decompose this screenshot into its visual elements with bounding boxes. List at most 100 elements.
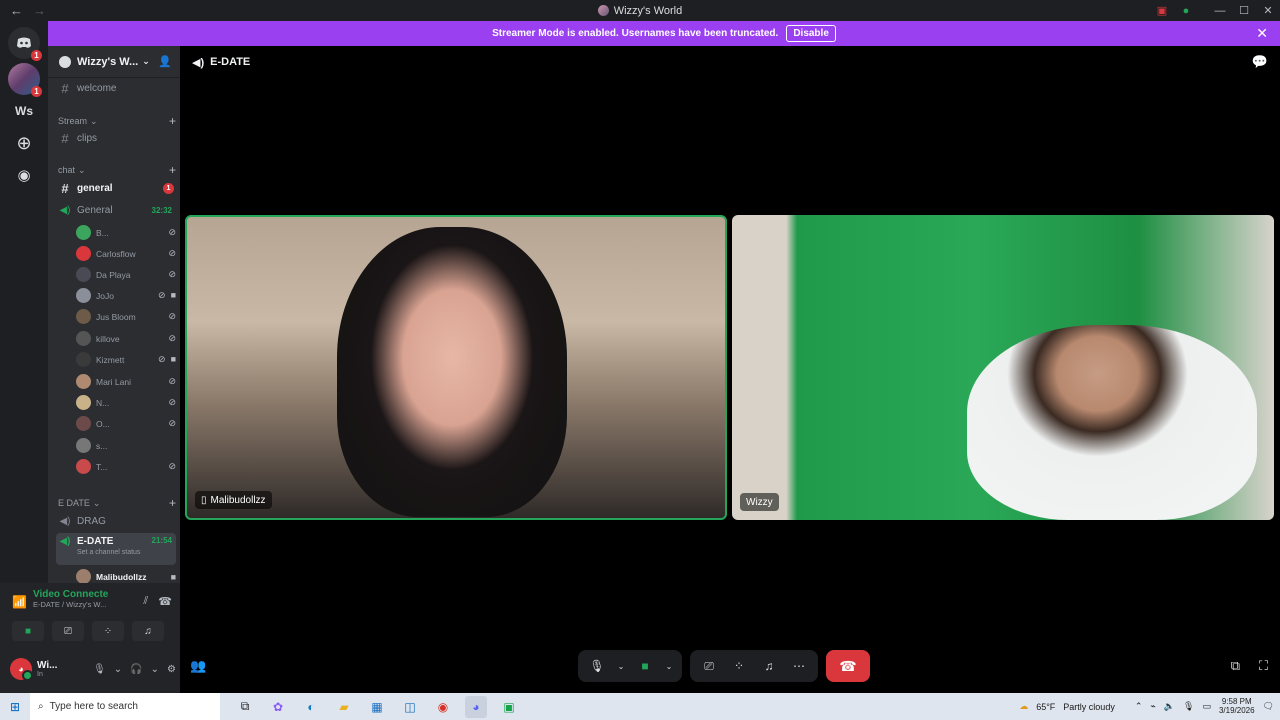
chevron-up-icon[interactable]: ⌃ [1135,701,1143,712]
disable-streamer-button[interactable]: Disable [786,25,836,42]
voice-user[interactable]: killove ⊘ [76,329,176,348]
weather-desc[interactable]: Partly cloudy [1063,702,1115,712]
add-server-icon[interactable]: ⊕ [8,127,40,159]
invite-people-icon[interactable]: 👤 [158,55,172,68]
soundboard-icon[interactable]: ♫ [756,653,782,679]
task-view-icon[interactable]: ⧉ [234,696,256,718]
discord-home-icon[interactable]: 1 [8,27,42,61]
speaker-icon: ◀) [59,536,71,547]
voice-user-name: s... [96,440,108,451]
discover-icon[interactable]: ◉ [8,159,40,191]
chevron-down-icon[interactable]: ⌄ [662,653,676,679]
voice-location[interactable]: E-DATE / Wizzy's W... [33,600,108,609]
minimize-button[interactable]: — [1208,0,1232,21]
windows-taskbar: ⊞ ⌕ Type here to search ⧉ ✿ ◐ ▰ ▦ ◫ ◉ ◕ … [0,693,1280,720]
windows-start-icon[interactable]: ⊞ [0,700,30,714]
voice-user[interactable]: s... [76,436,176,455]
channel-clips[interactable]: # clips [56,128,176,148]
close-window-button[interactable]: ✕ [1256,0,1280,21]
discord-taskbar-icon[interactable]: ◕ [465,695,487,718]
arrow-right-icon[interactable]: → [33,3,46,18]
more-icon[interactable]: ⋯ [786,653,812,679]
taskbar-search[interactable]: ⌕ Type here to search [30,693,220,720]
fullscreen-icon[interactable]: ⛶ [1259,658,1268,674]
mic-tray-icon[interactable]: 🎙 [1183,701,1194,712]
chevron-down-icon[interactable]: ⌄ [151,664,159,675]
microphone-icon[interactable]: 🎙 [584,653,610,679]
guild-header[interactable]: Wizzy's W... ⌄ 👤 [48,46,180,78]
chevron-down-icon[interactable]: ⌄ [614,653,628,679]
noise-suppression-icon[interactable]: ⫽ [143,595,148,608]
volume-icon[interactable]: 🔈 [1164,701,1175,712]
gear-icon[interactable]: ⚙ [167,664,176,675]
close-icon[interactable]: ✕ [1256,25,1268,42]
voice-actions: ■ ⎚ ⁘ ♫ [12,621,176,641]
camera-icon[interactable]: ■ [632,653,658,679]
category-stream[interactable]: Stream ⌄ + [58,114,176,128]
chrome-icon[interactable]: ◉ [432,696,454,718]
signal-icon[interactable]: 📶 [12,595,27,609]
voice-channel-edate[interactable]: ◀) E-DATE Set a channel status 21:54 [56,533,176,565]
category-edate[interactable]: E DATE ⌄ + [58,496,176,510]
add-channel-icon[interactable]: + [169,496,176,510]
add-people-icon[interactable]: 👥 [190,658,206,674]
voice-user[interactable]: N... ⊘ [76,393,176,412]
maximize-button[interactable]: ☐ [1232,0,1256,21]
deafened-icon: ⊘ [168,248,176,258]
add-channel-icon[interactable]: + [169,163,176,177]
network-icon[interactable]: ⌁ [1150,701,1155,712]
outlook-icon[interactable]: ◫ [399,696,421,718]
voice-user[interactable]: JoJo ⊘ ■ [76,286,176,305]
voice-user[interactable]: Jus Bloom ⊘ [76,307,176,326]
channel-general[interactable]: # general 1 [56,178,176,198]
voice-channel-general[interactable]: ◀) General 32:32 [56,200,176,220]
popout-icon[interactable]: ⧉ [1231,658,1240,674]
voice-user[interactable]: Carlosflow ⊘ [76,244,176,263]
server-ws[interactable]: Ws [8,95,40,127]
file-explorer-icon[interactable]: ▰ [333,696,355,718]
chevron-down-icon[interactable]: ⌄ [114,664,122,675]
disconnect-button[interactable]: ☎ [826,650,870,682]
inbox-icon[interactable]: ▣ [1150,0,1174,21]
clock[interactable]: 9:58 PM 3/19/2026 [1219,697,1255,716]
voice-user[interactable]: Kizmett ⊘ ■ [76,350,176,369]
microphone-icon[interactable]: 🎙 [93,664,106,675]
add-channel-icon[interactable]: + [169,114,176,128]
channel-status[interactable]: Set a channel status [77,549,140,556]
screen-share-button[interactable]: ⎚ [52,621,84,641]
voice-user[interactable]: Da Playa ⊘ [76,265,176,284]
channel-name: welcome [77,82,117,94]
soundboard-button[interactable]: ♫ [132,621,164,641]
chat-bubble-icon[interactable]: 💬 [1252,54,1268,70]
activities-button[interactable]: ⁘ [92,621,124,641]
notifications-icon[interactable]: 🗨 [1263,701,1274,712]
edge-icon[interactable]: ◐ [300,696,322,718]
voice-user[interactable]: O... ⊘ [76,414,176,433]
hash-icon: # [61,130,69,146]
user-avatar[interactable]: ◕ [10,658,33,681]
copilot-icon[interactable]: ✿ [267,696,289,718]
voice-user[interactable]: T... ⊘ [76,457,176,476]
obs-icon[interactable]: ▣ [498,696,520,718]
disconnect-icon[interactable]: ☎ [158,595,172,608]
help-icon[interactable]: ● [1174,0,1198,21]
battery-icon[interactable]: ▭ [1202,701,1211,712]
participant-name: Malibudollzz [210,494,266,506]
voice-channel-drag[interactable]: ◀) DRAG [56,511,176,531]
voice-user[interactable]: Mari Lani ⊘ [76,372,176,391]
voice-user[interactable]: B... ⊘ [76,223,176,242]
channel-welcome[interactable]: # welcome [56,78,176,98]
headphones-icon[interactable]: 🎧 [130,664,142,675]
store-icon[interactable]: ▦ [366,696,388,718]
deafened-icon: ⊘ [168,333,176,343]
screen-share-icon[interactable]: ⎚ [696,653,722,679]
category-chat[interactable]: chat ⌄ + [58,163,176,177]
voice-user[interactable]: Malibudollzz ■ [76,567,176,583]
arrow-left-icon[interactable]: ← [10,3,23,18]
camera-toggle-button[interactable]: ■ [12,621,44,641]
video-tile-wizzy[interactable]: Wizzy [732,215,1274,520]
weather-temp[interactable]: 65°F [1036,702,1055,712]
activities-icon[interactable]: ⁘ [726,653,752,679]
video-tile-malibudollzz[interactable]: ▯ Malibudollzz [185,215,727,520]
server-wizzy-icon[interactable]: 1 [8,63,42,97]
